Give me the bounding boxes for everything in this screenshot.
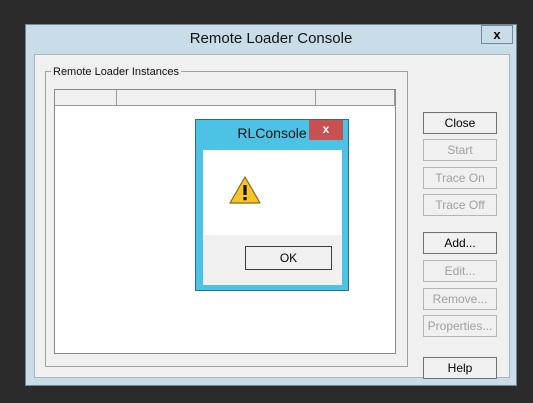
- ok-button[interactable]: OK: [245, 246, 332, 270]
- list-column-header-3[interactable]: [316, 90, 395, 106]
- help-button[interactable]: Help: [423, 357, 497, 379]
- edit-button[interactable]: Edit...: [423, 260, 497, 282]
- close-button[interactable]: Close: [423, 112, 497, 134]
- properties-button[interactable]: Properties...: [423, 315, 497, 337]
- dialog-button-bar: OK: [203, 235, 342, 285]
- window-title: Remote Loader Console: [189, 30, 353, 47]
- dialog-close-button[interactable]: x: [309, 120, 343, 140]
- window-close-button[interactable]: x: [481, 25, 513, 44]
- add-button[interactable]: Add...: [423, 232, 497, 254]
- title-bar[interactable]: Remote Loader Console x: [26, 25, 516, 54]
- trace-on-button[interactable]: Trace On: [423, 167, 497, 189]
- trace-off-button[interactable]: Trace Off: [423, 194, 497, 216]
- list-column-header-1[interactable]: [55, 90, 117, 106]
- list-column-header-2[interactable]: [117, 90, 316, 106]
- remove-button[interactable]: Remove...: [423, 288, 497, 310]
- warning-icon: [229, 176, 261, 204]
- group-label: Remote Loader Instances: [51, 66, 181, 78]
- rlconsole-dialog: RLConsole x OK: [195, 119, 349, 291]
- dialog-message-area: [203, 150, 342, 235]
- start-button[interactable]: Start: [423, 139, 497, 161]
